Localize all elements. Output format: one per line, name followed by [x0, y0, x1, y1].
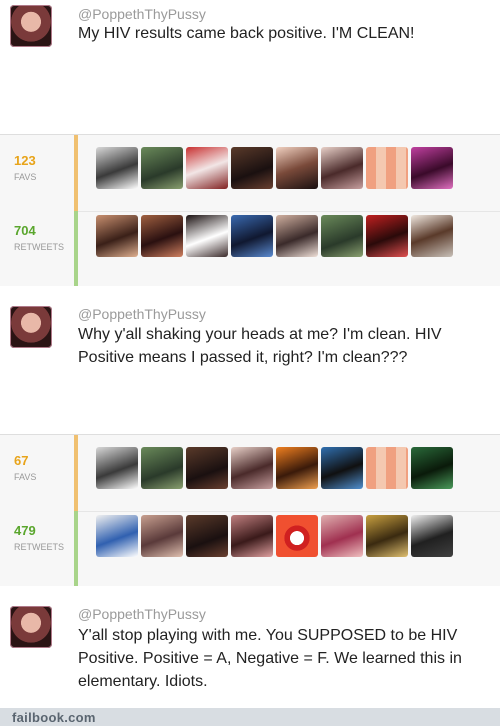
tweet-2: @PoppethThyPussy Why y'all shaking your … [0, 286, 500, 434]
site-watermark: failbook.com [12, 710, 96, 725]
favs-avatars [96, 447, 453, 489]
tweet-2-stats: 67 FAVS 479 RETWEETS [0, 434, 500, 588]
retweets-avatars [96, 215, 453, 257]
user-avatar[interactable] [186, 515, 228, 557]
retweets-count: 704 [14, 223, 36, 238]
favs-count: 67 [14, 453, 29, 468]
tweet-handle[interactable]: @PoppethThyPussy [78, 606, 206, 622]
tweet-1-stats: 123 FAVS 704 RETWEETS [0, 134, 500, 288]
favs-stat[interactable]: 67 FAVS [14, 453, 36, 482]
favs-stat[interactable]: 123 FAVS [14, 153, 36, 182]
user-avatar[interactable] [366, 447, 408, 489]
user-avatar[interactable] [321, 147, 363, 189]
user-avatar[interactable] [10, 5, 52, 47]
user-avatar[interactable] [321, 215, 363, 257]
favs-avatars [96, 147, 453, 189]
site-footer: failbook.com [0, 708, 500, 726]
tweet-1: @PoppethThyPussy My HIV results came bac… [0, 0, 500, 134]
user-avatar[interactable] [411, 215, 453, 257]
user-avatar[interactable] [231, 215, 273, 257]
user-avatar[interactable] [366, 147, 408, 189]
user-avatar[interactable] [366, 515, 408, 557]
tweet-text: Why y'all shaking your heads at me? I'm … [78, 326, 442, 366]
user-avatar[interactable] [96, 447, 138, 489]
tweet-text: My HIV results came back positive. I'M C… [78, 25, 415, 42]
tweet-handle[interactable]: @PoppethThyPussy [78, 306, 206, 322]
user-avatar[interactable] [186, 147, 228, 189]
retweets-count: 479 [14, 523, 36, 538]
retweets-label: RETWEETS [14, 242, 65, 252]
user-avatar[interactable] [366, 215, 408, 257]
favs-label: FAVS [14, 472, 37, 482]
stats-separator [78, 511, 500, 512]
user-avatar[interactable] [276, 447, 318, 489]
user-avatar[interactable] [321, 515, 363, 557]
user-avatar[interactable] [276, 215, 318, 257]
retweets-stat[interactable]: 479 RETWEETS [14, 523, 64, 552]
retweets-label: RETWEETS [14, 542, 65, 552]
user-avatar[interactable] [231, 515, 273, 557]
user-avatar[interactable] [231, 447, 273, 489]
user-avatar[interactable] [321, 447, 363, 489]
user-avatar[interactable] [141, 515, 183, 557]
tweet-3: @PoppethThyPussy Y'all stop playing with… [0, 586, 500, 708]
user-avatar[interactable] [276, 515, 318, 557]
favs-label: FAVS [14, 172, 37, 182]
user-avatar[interactable] [141, 447, 183, 489]
user-avatar[interactable] [96, 215, 138, 257]
user-avatar[interactable] [96, 147, 138, 189]
user-avatar[interactable] [96, 515, 138, 557]
stats-separator [78, 211, 500, 212]
retweets-stat[interactable]: 704 RETWEETS [14, 223, 64, 252]
user-avatar[interactable] [276, 147, 318, 189]
user-avatar[interactable] [186, 215, 228, 257]
tweet-handle[interactable]: @PoppethThyPussy [78, 6, 206, 22]
user-avatar[interactable] [141, 147, 183, 189]
retweets-avatars [96, 515, 453, 557]
user-avatar[interactable] [411, 447, 453, 489]
user-avatar[interactable] [141, 215, 183, 257]
favs-count: 123 [14, 153, 36, 168]
user-avatar[interactable] [411, 147, 453, 189]
user-avatar[interactable] [10, 606, 52, 648]
user-avatar[interactable] [186, 447, 228, 489]
tweet-text: Y'all stop playing with me. You SUPPOSED… [78, 627, 462, 690]
user-avatar[interactable] [411, 515, 453, 557]
user-avatar[interactable] [231, 147, 273, 189]
user-avatar[interactable] [10, 306, 52, 348]
